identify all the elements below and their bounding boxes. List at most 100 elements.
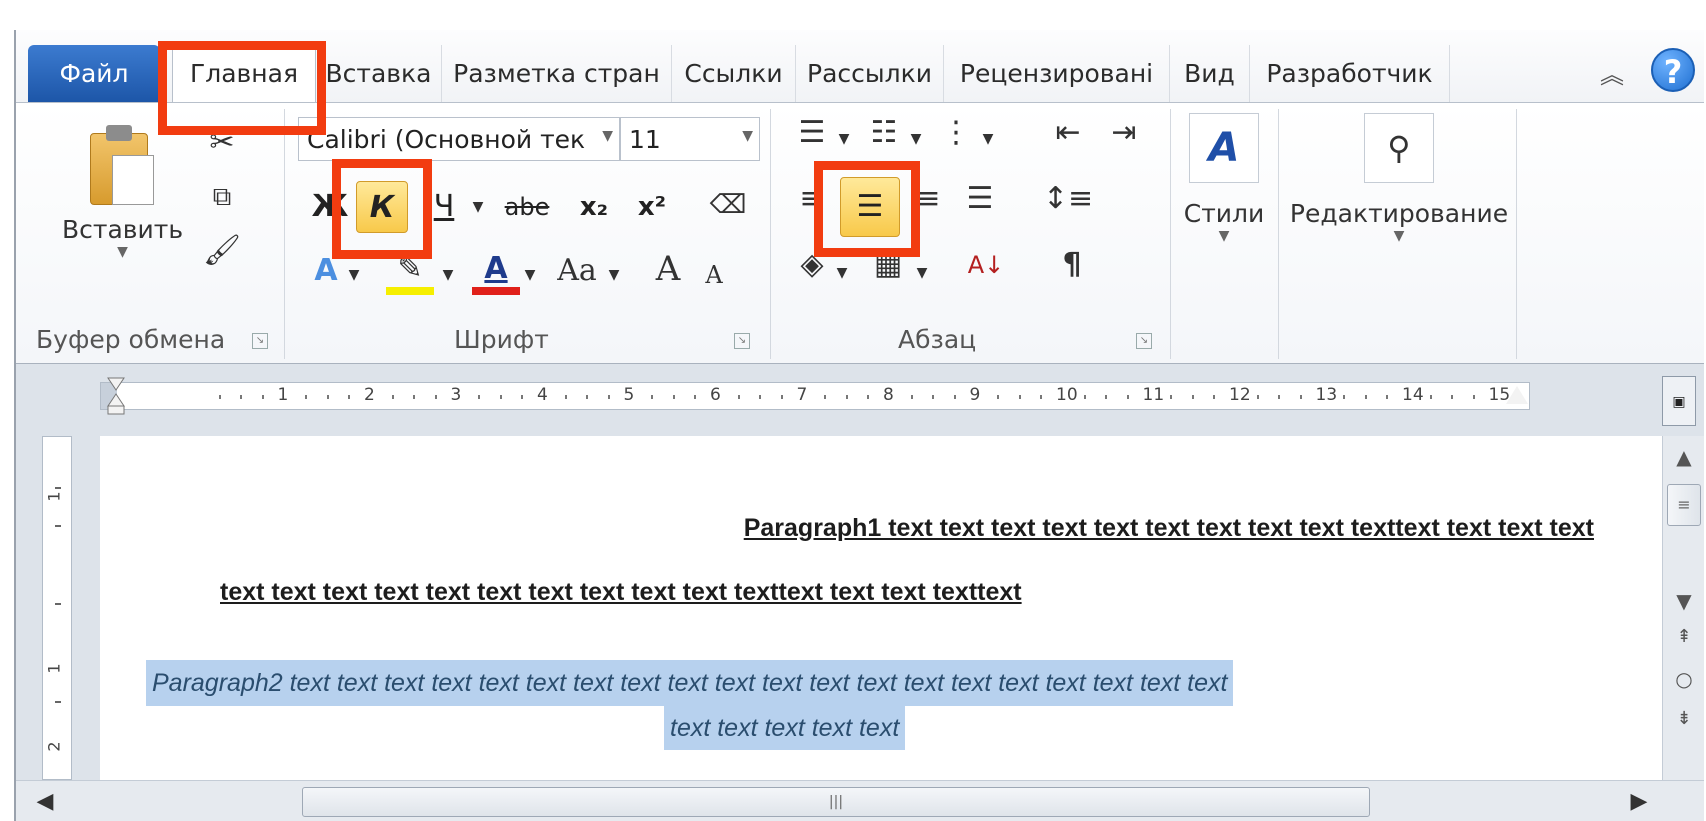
font-launcher-icon[interactable]: ↘	[734, 333, 750, 349]
multilevel-dropdown-icon[interactable]: ▼	[978, 119, 998, 159]
chevron-down-icon[interactable]: ▼	[742, 128, 753, 144]
right-indent-marker[interactable]	[1506, 386, 1528, 404]
paragraph2-line1[interactable]: Paragraph2 text text text text text text…	[146, 660, 1234, 706]
clear-formatting-icon[interactable]: ⌫	[704, 185, 752, 225]
help-icon[interactable]: ?	[1651, 48, 1695, 92]
paragraph-launcher-icon[interactable]: ↘	[1136, 333, 1152, 349]
underline-button[interactable]: Ч	[418, 181, 470, 233]
scroll-left-icon[interactable]: ◀	[30, 787, 60, 817]
editing-button[interactable]: ⚲ Редактирование ▼	[1286, 113, 1512, 244]
decrease-indent-icon[interactable]: ⇤	[1044, 113, 1092, 153]
ruler-number: 2	[364, 385, 375, 405]
paragraph1-line2[interactable]: text text text text text text text text …	[220, 578, 1022, 607]
ruler-dot	[499, 395, 502, 399]
styles-dropdown-icon[interactable]: ▼	[1219, 228, 1230, 244]
justify-icon[interactable]: ☰	[956, 179, 1004, 219]
tab-home[interactable]: Главная	[172, 42, 316, 104]
ruler-dot	[1213, 395, 1216, 399]
font-group-label: Шрифт	[454, 325, 549, 354]
paste-icon	[89, 125, 156, 207]
paste-button[interactable]: Вставить ▼	[62, 125, 183, 260]
ruler-dot	[478, 395, 481, 399]
grow-font-button[interactable]: A	[646, 249, 690, 289]
tab-file[interactable]: Файл	[28, 45, 160, 102]
select-browse-object-icon[interactable]: ○	[1667, 664, 1701, 694]
increase-indent-icon[interactable]: ⇥	[1100, 113, 1148, 153]
copy-icon[interactable]: ⧉	[200, 177, 244, 217]
vertical-ruler[interactable]: 1 2 1	[42, 436, 72, 780]
font-color-dropdown-icon[interactable]: ▼	[520, 255, 540, 295]
strikethrough-button[interactable]: abe	[492, 181, 562, 233]
tab-review[interactable]: Рецензировані	[944, 45, 1170, 102]
borders-icon[interactable]: ▦	[864, 245, 912, 285]
tab-page-layout[interactable]: Разметка стран	[442, 45, 672, 102]
document-page[interactable]: Paragraph1 text text text text text text…	[100, 436, 1662, 780]
align-center-button[interactable]: ☰	[840, 177, 900, 237]
horizontal-ruler[interactable]: 12345678910111213141516	[100, 382, 1530, 410]
next-page-icon[interactable]: ⇟	[1667, 704, 1701, 734]
chevron-down-icon[interactable]: ▼	[602, 128, 613, 144]
font-color-button[interactable]: A	[472, 249, 520, 295]
format-painter-icon[interactable]: 🖌	[200, 231, 244, 271]
paragraph2-line2[interactable]: text text text text text	[664, 706, 906, 750]
text-effects-dropdown-icon[interactable]: ▼	[344, 255, 364, 295]
tab-developer[interactable]: Разработчик	[1250, 45, 1450, 102]
horizontal-scrollbar[interactable]: ◀ ||| ▶	[14, 780, 1704, 821]
underline-dropdown-icon[interactable]: ▼	[468, 187, 488, 227]
ruler-dot	[845, 395, 848, 399]
vertical-scrollbar[interactable]: ▲ ≡ ▼ ⇞ ○ ⇟	[1662, 436, 1704, 780]
paragraph1-line1[interactable]: Paragraph1 text text text text text text…	[744, 514, 1594, 543]
shading-icon[interactable]: ◈	[788, 245, 836, 285]
tab-mailings[interactable]: Рассылки	[796, 45, 944, 102]
change-case-button[interactable]: Aa	[546, 251, 608, 291]
previous-page-icon[interactable]: ⇞	[1667, 622, 1701, 652]
bullets-icon[interactable]: ☰	[788, 113, 836, 153]
scroll-right-icon[interactable]: ▶	[1624, 787, 1654, 817]
italic-button[interactable]: К	[356, 181, 408, 233]
line-spacing-icon[interactable]: ↕≡	[1038, 179, 1098, 219]
highlight-color-icon[interactable]: ✎	[386, 249, 434, 295]
align-left-icon[interactable]: ≡	[788, 179, 836, 219]
vertical-scroll-thumb[interactable]: ≡	[1667, 484, 1701, 526]
ruler-dot	[1343, 395, 1346, 399]
superscript-button[interactable]: x²	[626, 181, 678, 233]
text-effects-icon[interactable]: A	[304, 251, 348, 291]
ruler-number: 3	[450, 385, 462, 405]
ruler-dot	[824, 395, 827, 399]
tab-references[interactable]: Ссылки	[672, 45, 796, 102]
ruler-number: 7	[796, 385, 808, 405]
numbering-dropdown-icon[interactable]: ▼	[906, 119, 926, 159]
ruler-dot	[1191, 395, 1194, 399]
tab-insert[interactable]: Вставка	[316, 45, 442, 102]
bullets-dropdown-icon[interactable]: ▼	[834, 119, 854, 159]
shading-dropdown-icon[interactable]: ▼	[832, 253, 852, 293]
horizontal-scroll-thumb[interactable]: |||	[302, 787, 1370, 817]
borders-dropdown-icon[interactable]: ▼	[912, 253, 932, 293]
editing-dropdown-icon[interactable]: ▼	[1394, 228, 1405, 244]
paste-dropdown-icon[interactable]: ▼	[117, 244, 128, 260]
view-ruler-icon[interactable]: ▣	[1662, 376, 1696, 426]
scroll-down-icon[interactable]: ▼	[1667, 586, 1701, 616]
ruler-dot	[1170, 395, 1173, 399]
cut-icon[interactable]: ✂	[200, 123, 244, 163]
multilevel-list-icon[interactable]: ⋮	[932, 113, 980, 153]
styles-button[interactable]: A Стили ▼	[1178, 113, 1270, 244]
shrink-font-button[interactable]: A	[694, 255, 734, 295]
change-case-dropdown-icon[interactable]: ▼	[604, 255, 624, 295]
font-name-combo[interactable]: Calibri (Основной тек ▼	[298, 117, 620, 161]
show-formatting-button[interactable]: ¶	[1048, 245, 1096, 285]
highlight-dropdown-icon[interactable]: ▼	[438, 255, 458, 295]
font-size-combo[interactable]: 11 ▼	[620, 117, 760, 161]
sort-button[interactable]: А↓	[958, 245, 1014, 285]
align-right-icon[interactable]: ≡	[904, 179, 952, 219]
bold-button[interactable]: Ж	[304, 181, 356, 233]
clipboard-launcher-icon[interactable]: ↘	[252, 333, 268, 349]
window-left-border	[14, 30, 16, 821]
subscript-button[interactable]: x₂	[568, 181, 620, 233]
scroll-up-icon[interactable]: ▲	[1667, 442, 1701, 472]
minimize-ribbon-icon[interactable]: ︽	[1597, 60, 1627, 90]
tab-view[interactable]: Вид	[1170, 45, 1250, 102]
indent-marker-icon[interactable]	[106, 376, 126, 416]
ruler-dot	[651, 395, 654, 399]
numbering-icon[interactable]: ☷	[860, 113, 908, 153]
